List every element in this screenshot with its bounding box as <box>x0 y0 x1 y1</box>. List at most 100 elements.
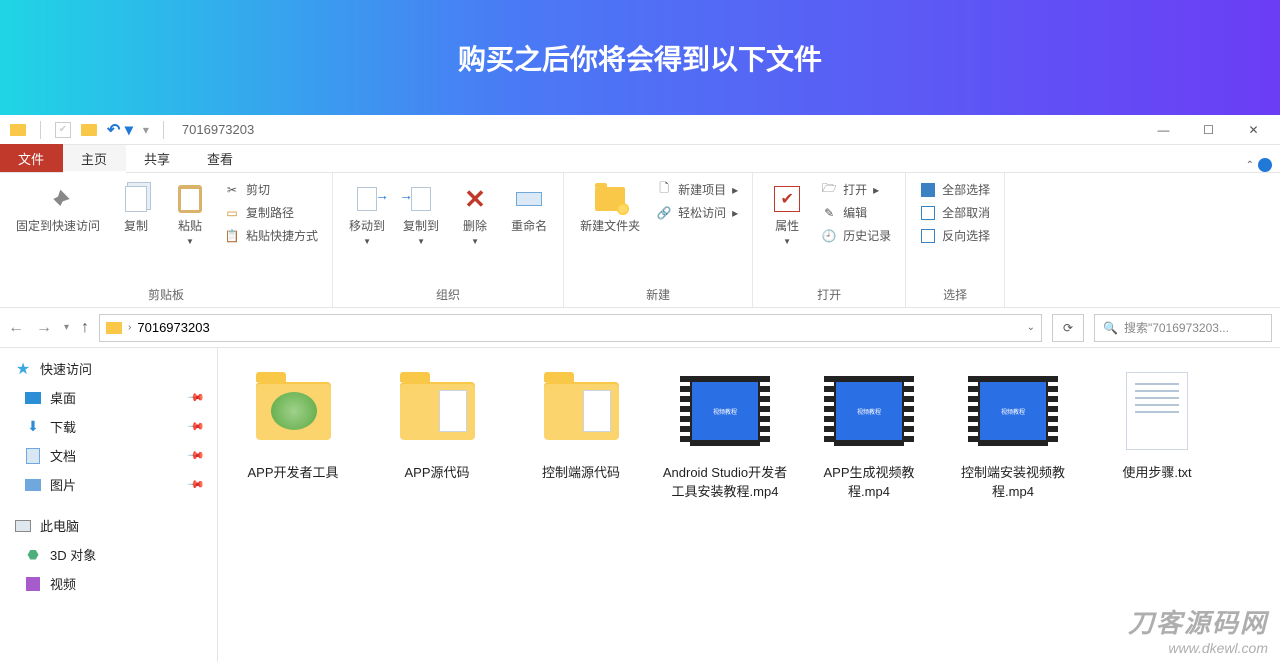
title-bar: ✔ ↶ ▾ ▾ 7016973203 — ☐ ✕ <box>0 115 1280 145</box>
maximize-button[interactable]: ☐ <box>1186 116 1231 144</box>
group-label: 剪贴板 <box>10 284 322 305</box>
ribbon: 固定到快速访问 复制 粘贴 ▼ ✂剪切 ▭复制路径 📋粘贴快捷方式 剪贴板 → <box>0 173 1280 308</box>
ribbon-group-new: 新建文件夹 🗋新建项目 ▸ 🔗轻松访问 ▸ 新建 <box>564 173 753 307</box>
breadcrumb[interactable]: 7016973203 <box>137 320 209 335</box>
window-controls: — ☐ ✕ <box>1141 116 1276 144</box>
pin-icon: 📌 <box>187 475 206 494</box>
minimize-button[interactable]: — <box>1141 116 1186 144</box>
cut-button[interactable]: ✂剪切 <box>220 179 322 200</box>
open-button[interactable]: 🗁打开 ▸ <box>817 179 895 200</box>
downloads-icon: ⬇ <box>24 418 42 436</box>
history-button[interactable]: 🕘历史记录 <box>817 225 895 246</box>
file-icon <box>1112 366 1202 456</box>
close-button[interactable]: ✕ <box>1231 116 1276 144</box>
ribbon-group-organize: → 移动到▼ → 复制到▼ ✕ 删除▼ 重命名 组织 <box>333 173 564 307</box>
file-item[interactable]: 视频教程 APP生成视频教程.mp4 <box>804 366 934 500</box>
history-dropdown-button[interactable]: ⌄ <box>1027 322 1035 333</box>
sidebar-item-desktop[interactable]: 桌面 📌 <box>0 383 217 412</box>
file-item[interactable]: APP开发者工具 <box>228 366 358 500</box>
desktop-icon <box>25 392 41 404</box>
copy-path-button[interactable]: ▭复制路径 <box>220 202 322 223</box>
file-name: APP生成视频教程.mp4 <box>804 462 934 500</box>
ribbon-group-clipboard: 固定到快速访问 复制 粘贴 ▼ ✂剪切 ▭复制路径 📋粘贴快捷方式 剪贴板 <box>0 173 333 307</box>
file-icon <box>248 366 338 456</box>
new-folder-button[interactable]: 新建文件夹 <box>574 179 646 237</box>
refresh-button[interactable]: ⟳ <box>1052 314 1084 342</box>
group-label: 新建 <box>574 284 742 305</box>
delete-button[interactable]: ✕ 删除▼ <box>451 179 499 250</box>
sidebar-item-documents[interactable]: 文档 📌 <box>0 441 217 470</box>
help-icon[interactable] <box>1258 158 1272 172</box>
pin-icon: 📌 <box>187 417 206 436</box>
sidebar-item-quick-access[interactable]: ★ 快速访问 <box>0 354 217 383</box>
file-item[interactable]: 控制端源代码 <box>516 366 646 500</box>
folder-icon <box>106 322 122 334</box>
documents-icon <box>26 448 40 464</box>
easy-access-button[interactable]: 🔗轻松访问 ▸ <box>652 202 742 223</box>
file-item[interactable]: 使用步骤.txt <box>1092 366 1222 500</box>
videos-icon <box>26 577 40 591</box>
file-item[interactable]: 视频教程Android Studio开发者工具安装教程.mp4 <box>660 366 790 500</box>
paste-shortcut-button[interactable]: 📋粘贴快捷方式 <box>220 225 322 246</box>
group-label: 选择 <box>916 284 994 305</box>
sidebar-item-downloads[interactable]: ⬇ 下载 📌 <box>0 412 217 441</box>
sidebar-item-this-pc[interactable]: 此电脑 <box>0 511 217 540</box>
file-icon <box>392 366 482 456</box>
file-name: 使用步骤.txt <box>1122 462 1191 481</box>
navigation-sidebar: ★ 快速访问 桌面 📌 ⬇ 下载 📌 文档 📌 图片 📌 此电脑 <box>0 348 218 662</box>
nav-back-button[interactable]: ← <box>8 319 24 337</box>
file-grid[interactable]: APP开发者工具APP源代码控制端源代码 视频教程Android Studio开发… <box>218 348 1280 662</box>
folder-qat-icon[interactable] <box>81 124 97 136</box>
file-icon: 视频教程 <box>968 366 1058 456</box>
address-bar: ← → ▾ ↑ › 7016973203 ⌄ ⟳ 🔍 搜索"7016973203… <box>0 308 1280 348</box>
select-none-button[interactable]: 全部取消 <box>916 202 994 223</box>
move-to-button[interactable]: → 移动到▼ <box>343 179 391 250</box>
tab-file[interactable]: 文件 <box>0 144 63 172</box>
pin-to-quick-access-button[interactable]: 固定到快速访问 <box>10 179 106 237</box>
file-item[interactable]: 视频教程控制端安装视频教程.mp4 <box>948 366 1078 500</box>
address-field[interactable]: › 7016973203 ⌄ <box>99 314 1042 342</box>
ribbon-expand[interactable]: ⌃ <box>1238 158 1280 172</box>
tab-view[interactable]: 查看 <box>189 144 252 172</box>
edit-button[interactable]: ✎编辑 <box>817 202 895 223</box>
sidebar-item-3d-objects[interactable]: ⬣ 3D 对象 <box>0 540 217 569</box>
search-placeholder: 搜索"7016973203... <box>1124 319 1229 336</box>
file-name: 控制端源代码 <box>542 462 620 481</box>
properties-button[interactable]: ✔ 属性▼ <box>763 179 811 250</box>
tab-home[interactable]: 主页 <box>63 145 126 173</box>
sidebar-item-videos[interactable]: 视频 <box>0 569 217 598</box>
nav-up-button[interactable]: ↑ <box>81 319 89 337</box>
quick-access-toolbar: ✔ ↶ ▾ ▾ <box>4 120 174 140</box>
watermark: 刀客源码网 www.dkewl.com <box>1128 603 1268 656</box>
star-icon: ★ <box>14 360 32 378</box>
undo-button[interactable]: ↶ ▾ <box>107 120 133 140</box>
search-input[interactable]: 🔍 搜索"7016973203... <box>1094 314 1272 342</box>
file-icon: 视频教程 <box>824 366 914 456</box>
group-label: 组织 <box>343 284 553 305</box>
pin-icon: 📌 <box>187 388 206 407</box>
properties-qat-icon[interactable]: ✔ <box>55 122 71 138</box>
pin-icon: 📌 <box>187 446 206 465</box>
file-item[interactable]: APP源代码 <box>372 366 502 500</box>
nav-forward-button[interactable]: → <box>36 319 52 337</box>
folder-icon <box>10 124 26 136</box>
promo-banner: 购买之后你将会得到以下文件 <box>0 0 1280 115</box>
rename-button[interactable]: 重命名 <box>505 179 553 237</box>
tab-share[interactable]: 共享 <box>126 144 189 172</box>
copy-button[interactable]: 复制 <box>112 179 160 237</box>
group-label: 打开 <box>763 284 895 305</box>
copy-to-button[interactable]: → 复制到▼ <box>397 179 445 250</box>
banner-title: 购买之后你将会得到以下文件 <box>458 38 822 78</box>
new-item-button[interactable]: 🗋新建项目 ▸ <box>652 179 742 200</box>
file-icon <box>536 366 626 456</box>
invert-selection-button[interactable]: 反向选择 <box>916 225 994 246</box>
select-all-button[interactable]: 全部选择 <box>916 179 994 200</box>
ribbon-group-open: ✔ 属性▼ 🗁打开 ▸ ✎编辑 🕘历史记录 打开 <box>753 173 906 307</box>
pictures-icon <box>25 479 41 491</box>
paste-button[interactable]: 粘贴 ▼ <box>166 179 214 250</box>
ribbon-tabs: 文件 主页 共享 查看 ⌃ <box>0 145 1280 173</box>
this-pc-icon <box>15 520 31 532</box>
divider <box>40 121 41 139</box>
sidebar-item-pictures[interactable]: 图片 📌 <box>0 470 217 499</box>
nav-recent-button[interactable]: ▾ <box>64 322 69 333</box>
